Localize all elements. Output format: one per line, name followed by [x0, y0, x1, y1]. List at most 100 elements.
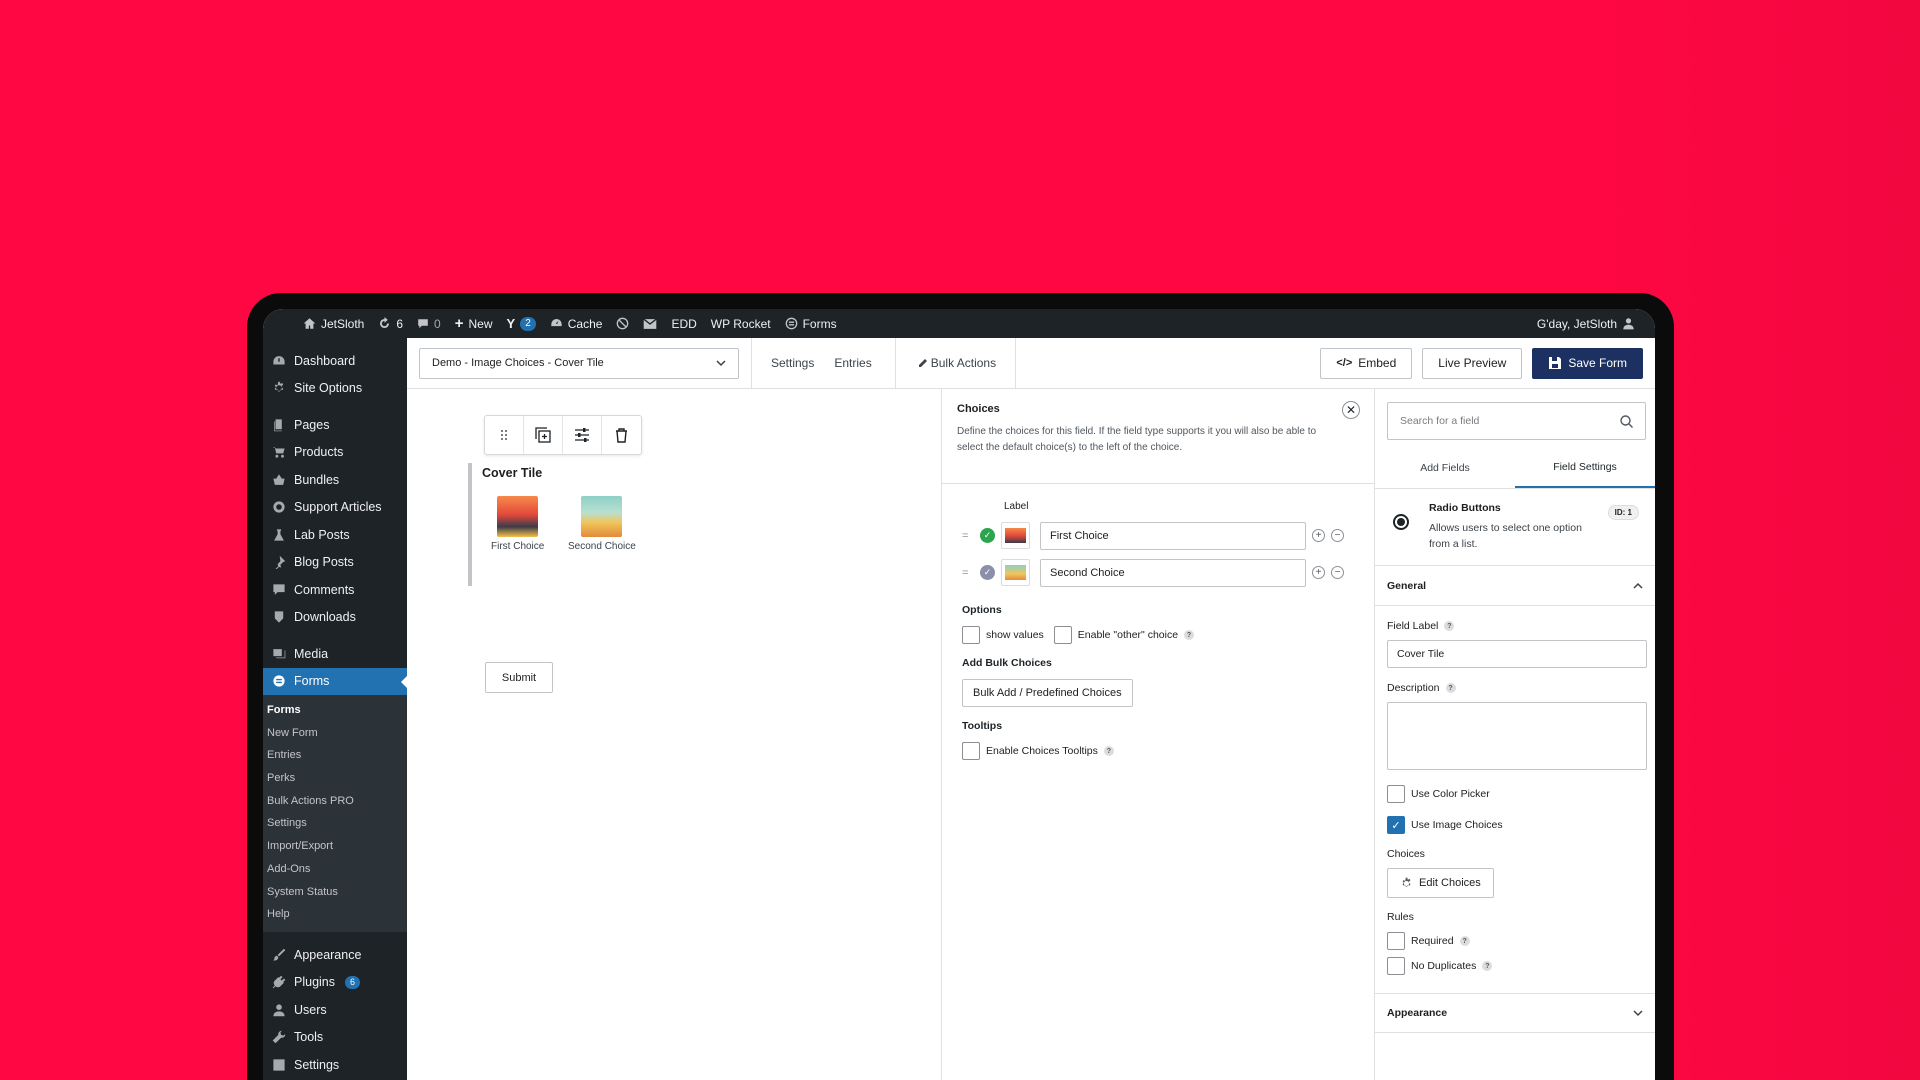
- tab-entries[interactable]: Entries: [824, 356, 881, 370]
- submenu-item-system-status[interactable]: System Status: [263, 881, 407, 904]
- add-choice-icon[interactable]: +: [1312, 529, 1325, 542]
- use-color-picker-checkbox[interactable]: [1387, 785, 1405, 803]
- help-icon[interactable]: ?: [1444, 621, 1455, 631]
- image-choice-first[interactable]: First Choice: [491, 496, 544, 552]
- field-search-input[interactable]: Search for a field: [1387, 402, 1646, 440]
- sidebar-item-media[interactable]: Media: [263, 640, 407, 668]
- sidebar-item-site-options[interactable]: Site Options: [263, 375, 407, 403]
- submenu-item-forms[interactable]: Forms: [263, 699, 407, 722]
- appearance-accordion[interactable]: Appearance: [1375, 993, 1655, 1033]
- bulk-actions-label: Bulk Actions: [930, 356, 997, 370]
- submenu-item-bulk-actions-pro[interactable]: Bulk Actions PRO: [263, 790, 407, 813]
- help-icon[interactable]: ?: [1459, 936, 1470, 946]
- account-link[interactable]: G'day, JetSloth: [1530, 309, 1655, 338]
- remove-choice-icon[interactable]: −: [1331, 566, 1344, 579]
- field-label-heading: Field Label?: [1387, 620, 1647, 632]
- sidebar-item-support-articles[interactable]: Support Articles: [263, 494, 407, 522]
- wprocket-link[interactable]: WP Rocket: [704, 309, 778, 338]
- choice-label-input[interactable]: Second Choice: [1040, 558, 1306, 587]
- choices-flyout: Choices Define the choices for this fiel…: [941, 389, 1375, 1080]
- sliders-icon[interactable]: [563, 416, 602, 454]
- sidebar-item-appearance[interactable]: Appearance: [263, 941, 407, 969]
- submenu-item-add-ons[interactable]: Add-Ons: [263, 858, 407, 881]
- drag-handle-icon[interactable]: =: [962, 530, 974, 542]
- form-switcher[interactable]: Demo - Image Choices - Cover Tile: [419, 347, 739, 379]
- choice-thumbnail[interactable]: [1001, 522, 1030, 549]
- choice-thumbnail[interactable]: [1001, 559, 1030, 586]
- sidebar-item-dashboard[interactable]: Dashboard: [263, 347, 407, 375]
- submenu-item-settings[interactable]: Settings: [263, 812, 407, 835]
- bulk-add-button[interactable]: Bulk Add / Predefined Choices: [962, 679, 1133, 707]
- save-form-button[interactable]: Save Form: [1532, 347, 1643, 379]
- site-home-link[interactable]: JetSloth: [263, 309, 371, 338]
- options-heading: Options: [962, 604, 1002, 616]
- show-values-checkbox[interactable]: [962, 626, 980, 644]
- image-choice-second[interactable]: Second Choice: [568, 496, 636, 552]
- sidebar-item-users[interactable]: Users: [263, 996, 407, 1024]
- updates-link[interactable]: 6: [371, 309, 410, 338]
- help-icon[interactable]: ?: [1184, 630, 1195, 640]
- use-image-choices-checkbox[interactable]: ✓: [1387, 816, 1405, 834]
- editor-toolbar: Demo - Image Choices - Cover Tile Settin…: [407, 337, 1655, 389]
- edd-link[interactable]: EDD: [664, 309, 703, 338]
- help-icon[interactable]: ?: [1445, 683, 1456, 693]
- submenu-item-entries[interactable]: Entries: [263, 744, 407, 767]
- sidebar-item-plugins[interactable]: Plugins 6: [263, 968, 407, 996]
- cache-link[interactable]: Cache: [543, 309, 610, 338]
- submenu-item-perks[interactable]: Perks: [263, 767, 407, 790]
- mail-link[interactable]: [636, 309, 664, 338]
- field-label-input[interactable]: Cover Tile: [1387, 640, 1647, 668]
- sidebar-item-lab-posts[interactable]: Lab Posts: [263, 521, 407, 549]
- tab-settings[interactable]: Settings: [761, 356, 824, 370]
- tab-add-fields[interactable]: Add Fields: [1375, 448, 1515, 488]
- enable-tooltips-checkbox[interactable]: [962, 742, 980, 760]
- choice-label-input[interactable]: First Choice: [1040, 521, 1306, 550]
- submenu-item-help[interactable]: Help: [263, 903, 407, 926]
- trash-icon[interactable]: [602, 416, 641, 454]
- default-choice-check-icon[interactable]: ✓: [980, 528, 995, 543]
- field-settings-panel: Search for a field Add Fields Field Sett…: [1375, 389, 1655, 1080]
- no-duplicates-checkbox[interactable]: [1387, 957, 1405, 975]
- sidebar-item-downloads[interactable]: Downloads: [263, 604, 407, 632]
- sidebar-item-comments[interactable]: Comments: [263, 576, 407, 604]
- sidebar-item-blog-posts[interactable]: Blog Posts: [263, 549, 407, 577]
- sidebar-item-settings[interactable]: Settings: [263, 1051, 407, 1079]
- enable-other-checkbox[interactable]: [1053, 626, 1072, 644]
- add-choice-icon[interactable]: +: [1312, 566, 1325, 579]
- submenu-item-import-export[interactable]: Import/Export: [263, 835, 407, 858]
- forms-link[interactable]: Forms: [778, 309, 844, 338]
- general-accordion[interactable]: General: [1375, 566, 1655, 606]
- help-icon[interactable]: ?: [1103, 746, 1114, 756]
- sidebar-item-pages[interactable]: Pages: [263, 411, 407, 439]
- yoast-link[interactable]: Y 2: [500, 309, 543, 338]
- close-icon[interactable]: ✕: [1342, 401, 1360, 419]
- new-content-link[interactable]: + New: [448, 309, 500, 338]
- comments-link[interactable]: 0: [410, 309, 448, 338]
- radio-button-icon: [1393, 514, 1409, 530]
- sidebar-item-products[interactable]: Products: [263, 439, 407, 467]
- sidebar-item-tools[interactable]: Tools: [263, 1023, 407, 1051]
- edit-choices-button[interactable]: Edit Choices: [1387, 868, 1494, 898]
- duplicate-icon[interactable]: [524, 416, 563, 454]
- drag-handle-icon[interactable]: [485, 416, 524, 454]
- help-icon[interactable]: ?: [1482, 961, 1493, 971]
- remove-choice-icon[interactable]: −: [1331, 529, 1344, 542]
- sidebar-label: Dashboard: [294, 353, 356, 368]
- tracking-link[interactable]: [609, 309, 636, 338]
- description-textarea[interactable]: [1387, 702, 1647, 770]
- default-choice-check-icon[interactable]: ✓: [980, 565, 995, 580]
- cache-label: Cache: [567, 316, 603, 331]
- sidebar-item-bundles[interactable]: Bundles: [263, 466, 407, 494]
- edit-choices-label: Edit Choices: [1419, 877, 1481, 889]
- submenu-item-new-form[interactable]: New Form: [263, 722, 407, 745]
- chevron-up-icon: [1633, 582, 1643, 589]
- bulk-actions-link[interactable]: Bulk Actions: [908, 356, 1006, 370]
- submit-button[interactable]: Submit: [485, 662, 553, 693]
- tab-field-settings[interactable]: Field Settings: [1515, 448, 1655, 488]
- required-checkbox[interactable]: [1387, 932, 1405, 950]
- embed-button[interactable]: </> Embed: [1320, 347, 1413, 379]
- use-image-choices-label: Use Image Choices: [1411, 819, 1503, 831]
- sidebar-item-forms[interactable]: Forms: [263, 667, 407, 695]
- live-preview-button[interactable]: Live Preview: [1422, 347, 1523, 379]
- drag-handle-icon[interactable]: =: [962, 567, 974, 579]
